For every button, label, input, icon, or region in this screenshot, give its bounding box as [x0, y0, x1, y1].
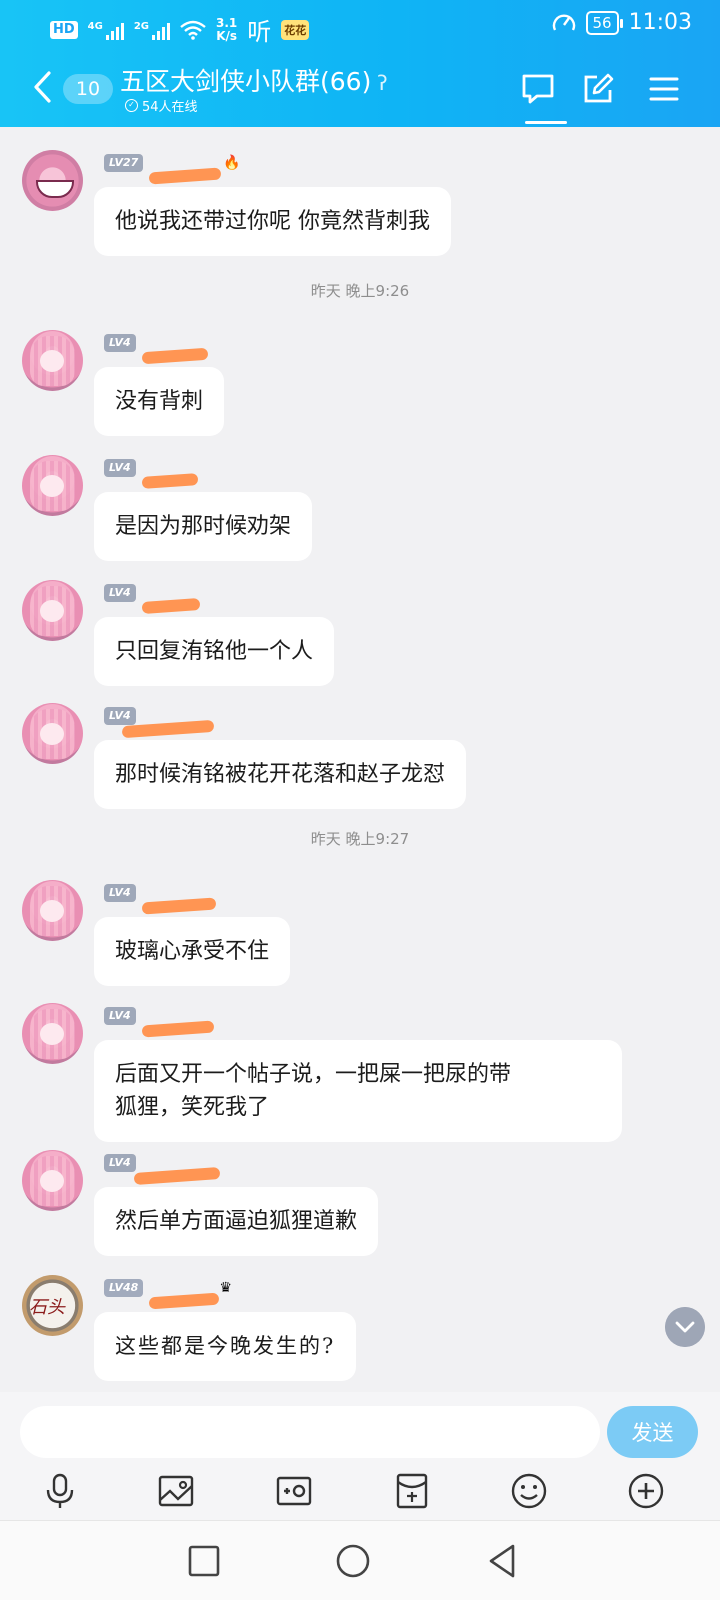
timestamp: 昨天 晚上9:27	[310, 830, 410, 848]
net-speed: 3.1 K/s	[216, 15, 238, 43]
clock: 11:03	[628, 10, 692, 35]
home-icon[interactable]	[335, 1543, 371, 1579]
message-bubble[interactable]: 没有背刺	[94, 367, 225, 436]
cellular-signal-icon: 4G	[88, 20, 124, 40]
message-bubble[interactable]: 后面又开一个帖子说，一把屎一把尿的带 狐狸，笑死我了	[94, 1040, 622, 1142]
avatar[interactable]	[22, 703, 83, 764]
back-icon[interactable]	[485, 1543, 521, 1579]
image-icon[interactable]	[157, 1472, 195, 1510]
level-badge: LV4	[104, 1007, 136, 1025]
title-bar: 10 五区大剑侠小队群(66) ʔ ✓ 54人在线	[0, 55, 720, 127]
avatar[interactable]	[22, 580, 83, 641]
send-button[interactable]: 发送	[607, 1406, 698, 1458]
crown-icon: ♛	[219, 1280, 232, 1296]
menu-icon[interactable]	[646, 71, 682, 107]
level-badge: LV4	[104, 584, 136, 602]
gauge-icon	[552, 13, 575, 31]
flower-app-icon: 花花	[281, 19, 310, 40]
plus-icon[interactable]	[627, 1472, 665, 1510]
system-nav-bar	[0, 1520, 720, 1600]
active-tab-indicator	[525, 121, 567, 124]
recent-apps-icon[interactable]	[186, 1543, 222, 1579]
level-badge: LV27	[104, 154, 144, 172]
avatar[interactable]: 石头	[22, 1275, 83, 1336]
level-badge: LV4	[104, 707, 136, 725]
message-bubble[interactable]: 他说我还带过你呢 你竟然背刺我	[94, 187, 451, 256]
avatar[interactable]	[22, 880, 83, 941]
timestamp: 昨天 晚上9:26	[310, 282, 410, 300]
group-title[interactable]: 五区大剑侠小队群(66) ʔ	[120, 62, 388, 98]
avatar[interactable]	[22, 1003, 83, 1064]
chat-bubble-icon[interactable]	[520, 71, 556, 107]
hd-indicator: HD	[50, 20, 78, 39]
ear-icon: ʔ	[377, 71, 388, 95]
message-bubble[interactable]: 是因为那时候劝架	[94, 492, 313, 561]
composer: 发送	[0, 1392, 720, 1462]
wifi-icon	[180, 20, 206, 40]
avatar[interactable]	[22, 330, 83, 391]
message-bubble[interactable]: 然后单方面逼迫狐狸道歉	[94, 1187, 379, 1256]
status-bar: HD 4G 2G 3.1 K/s 听 花花 56 11:03	[0, 0, 720, 50]
app-header: HD 4G 2G 3.1 K/s 听 花花 56 11:03 10 五区大剑侠小队…	[0, 0, 720, 127]
red-packet-icon[interactable]	[393, 1472, 431, 1510]
unread-count-badge[interactable]: 10	[63, 74, 113, 104]
camera-icon[interactable]	[275, 1472, 313, 1510]
level-badge: LV4	[104, 1154, 136, 1172]
composer-toolbar	[0, 1462, 720, 1520]
ting-app-icon: 听	[247, 18, 272, 46]
microphone-icon[interactable]	[41, 1472, 79, 1510]
check-circle-icon: ✓	[125, 99, 138, 112]
message-bubble[interactable]: 玻璃心承受不住	[94, 917, 291, 986]
cellular-signal-icon-2: 2G	[134, 20, 171, 40]
avatar[interactable]	[22, 1150, 83, 1211]
avatar-text: 石头	[29, 1297, 65, 1318]
fire-icon: 🔥	[223, 155, 241, 171]
level-badge: LV4	[104, 334, 136, 352]
level-badge: LV48	[104, 1279, 144, 1297]
message-list[interactable]: LV27 🔥 他说我还带过你呢 你竟然背刺我 昨天 晚上9:26 LV4 没有背…	[0, 127, 720, 1392]
message-bubble[interactable]: 这些都是今晚发生的?	[94, 1312, 357, 1381]
edit-icon[interactable]	[580, 71, 616, 107]
back-arrow-icon[interactable]	[30, 69, 56, 105]
online-count: ✓ 54人在线	[125, 96, 198, 115]
message-input[interactable]	[20, 1406, 600, 1458]
level-badge: LV4	[104, 884, 136, 902]
level-badge: LV4	[104, 459, 136, 477]
message-bubble[interactable]: 只回复洧铭他一个人	[94, 617, 335, 686]
message-bubble[interactable]: 那时候洧铭被花开花落和赵子龙怼	[94, 740, 467, 809]
battery-indicator: 56	[585, 10, 623, 35]
avatar[interactable]	[22, 455, 83, 516]
emoji-icon[interactable]	[510, 1472, 548, 1510]
avatar[interactable]	[22, 150, 83, 211]
scroll-to-bottom-icon[interactable]	[665, 1307, 705, 1347]
